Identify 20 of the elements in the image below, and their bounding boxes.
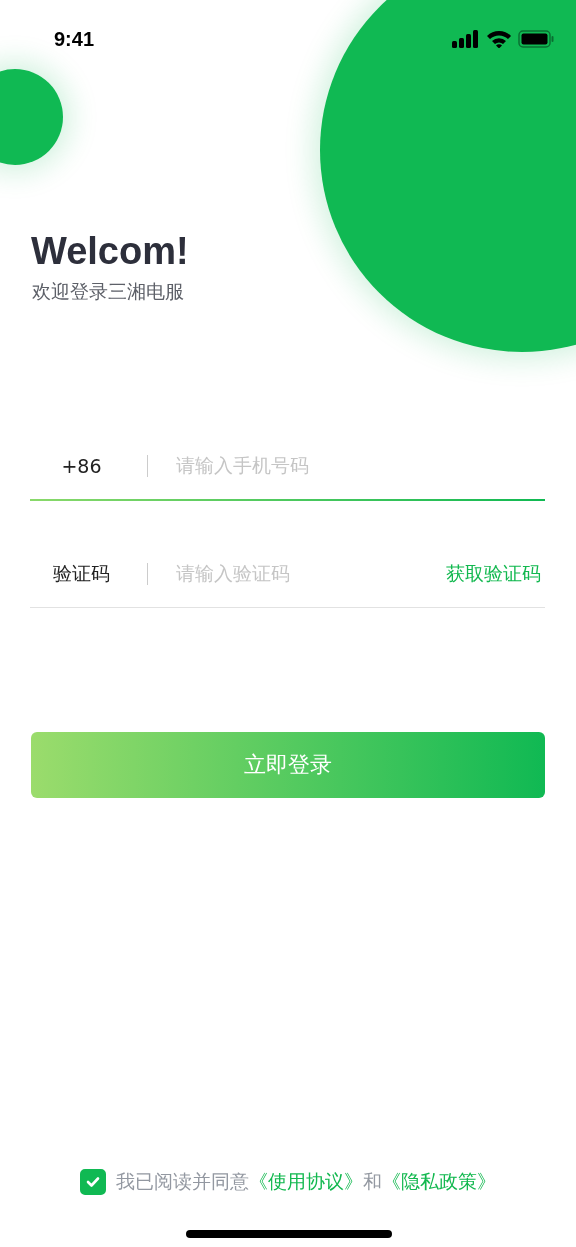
field-prefix: 验证码 (52, 561, 111, 586)
agreement-text: 和 (363, 1169, 382, 1194)
input-field[interactable]: 验证码 请输入验证码 获取验证码 (30, 541, 545, 608)
wifi-icon (486, 30, 512, 48)
field-placeholder: 请输入验证码 (176, 561, 291, 586)
checkmark-icon (86, 1176, 100, 1188)
login-button[interactable]: 立即登录 (31, 732, 545, 798)
status-time: 9:41 (54, 27, 95, 51)
field-placeholder: 请输入手机号码 (176, 453, 310, 478)
welcome-title: Welcom! (31, 229, 190, 273)
input-field[interactable]: +86 请输入手机号码 (30, 433, 545, 501)
field-prefix: +86 (60, 455, 103, 477)
signal-icon (452, 30, 480, 48)
agreement-link[interactable]: 《使用协议》 (249, 1169, 363, 1195)
welcome-subtitle: 欢迎登录三湘电服 (32, 279, 185, 304)
battery-icon (518, 30, 554, 48)
agreement-link[interactable]: 《隐私政策》 (382, 1169, 496, 1195)
agreement-checkbox[interactable] (80, 1169, 106, 1195)
get-code-link[interactable]: 获取验证码 (446, 561, 545, 587)
agreement-text: 我已阅读并同意 (116, 1169, 249, 1194)
